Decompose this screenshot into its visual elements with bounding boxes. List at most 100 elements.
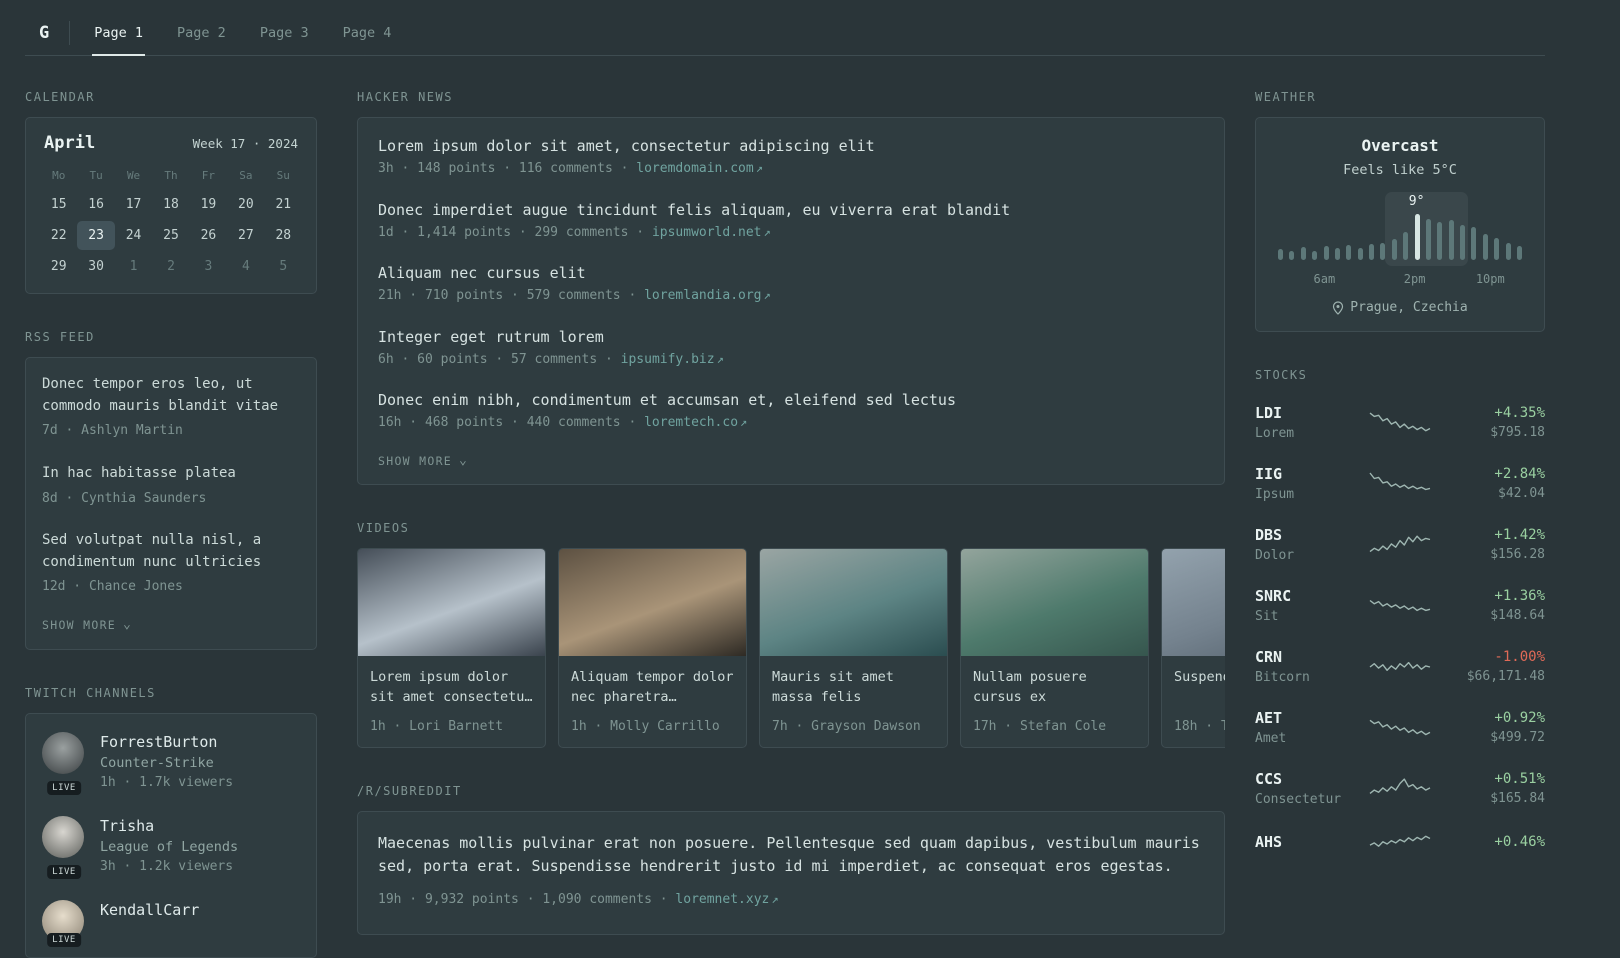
calendar-weekday: Mo [52,169,66,182]
calendar-weekday: Tu [89,169,103,182]
hn-title[interactable]: Lorem ipsum dolor sit amet, consectetur … [378,137,1204,155]
page-tab[interactable]: Page 4 [341,10,394,55]
post-title[interactable]: Maecenas mollis pulvinar erat non posuer… [378,832,1204,879]
weather-widget: WEATHER Overcast Feels like 5°C 9° 6am 2… [1255,90,1545,332]
calendar-weekday-row: Mo Tu We Th Fr Sa Su [40,165,302,190]
page-tab[interactable]: Page 3 [258,10,311,55]
stocks-list: LDI Lorem +4.35% $795.18 IIG Ipsum +2.84… [1255,392,1545,869]
stock-change: +0.92% [1494,710,1545,726]
calendar-day-grid: 15 16 17 18 19 20 21 22 23 24 25 26 27 2… [40,190,302,281]
stock-sparkline [1369,777,1431,794]
rss-item-title[interactable]: Donec tempor eros leo, ut commodo mauris… [42,374,300,417]
calendar-day: 1 [129,259,138,274]
hn-meta-text: 16h · 468 points · 440 comments · [378,415,645,430]
chevron-down-icon: ⌄ [459,453,469,468]
twitch-channel-row[interactable]: LIVE KendallCarr [26,887,316,955]
stock-price: $156.28 [1490,547,1545,562]
calendar-day: 23 [77,221,115,250]
location-pin-icon [1333,300,1344,315]
stock-symbol: SNRC [1255,587,1292,605]
weather-bar [1357,248,1363,260]
video-title: Nullam posuere cursus ex [973,668,1087,706]
stock-price: $795.18 [1490,425,1545,440]
hn-domain-link[interactable]: loremtech.co [644,415,738,430]
weather-bar [1482,234,1488,260]
hn-domain-link[interactable]: ipsumify.biz [621,352,715,367]
twitch-channel-row[interactable]: LIVE ForrestBurton Counter-Strike 1h · 1… [26,719,316,803]
weather-bar [1516,246,1522,260]
hn-title[interactable]: Integer eget rutrum lorem [378,328,1204,346]
hn-title[interactable]: Aliquam nec cursus elit [378,264,1204,282]
stock-info: IIG Ipsum [1255,465,1360,502]
stock-symbol: CRN [1255,648,1283,666]
video-thumbnail [1162,548,1225,656]
show-more-label: SHOW MORE [42,617,117,632]
channel-info: Trisha League of Legends 3h · 1.2k viewe… [100,816,238,874]
hn-meta: 3h · 148 points · 116 comments · loremdo… [378,159,1204,179]
calendar-weekday: Fr [201,169,216,182]
video-card-body: Suspendisse diam 18h · Tara [1162,656,1225,747]
calendar-day: 29 [50,259,67,274]
stock-info: SNRC Sit [1255,587,1360,624]
weather-bar [1437,222,1443,260]
calendar-day: 21 [275,197,292,212]
app-logo[interactable]: G [25,23,69,43]
calendar-weekday: Su [276,169,290,182]
rss-show-more-button[interactable]: SHOW MORE ⌄ [26,608,148,647]
hackernews-widget: HACKER NEWS Lorem ipsum dolor sit amet, … [357,90,1225,485]
hn-item: Lorem ipsum dolor sit amet, consectetur … [358,125,1224,189]
stock-price: $148.64 [1490,608,1545,623]
calendar-day: 19 [200,197,217,212]
rss-item-title[interactable]: Sed volutpat nulla nisl, a condimentum n… [42,530,300,573]
twitch-widget: TWITCH CHANNELS LIVE ForrestBurton Count… [25,686,317,958]
video-title: Suspendisse diam [1174,668,1225,685]
channel-name[interactable]: ForrestBurton [100,733,233,751]
calendar-day: 16 [88,197,104,212]
page-tab[interactable]: Page 2 [175,10,228,55]
weather-time-label: 6am [1313,272,1336,286]
videos-strip: Lorem ipsum dolor sit amet consectetu… 1… [357,547,1225,748]
rss-item-title[interactable]: In hac habitasse platea [42,463,300,485]
video-card[interactable]: Lorem ipsum dolor sit amet consectetu… 1… [357,547,546,748]
hn-title[interactable]: Donec imperdiet augue tincidunt felis al… [378,201,1204,219]
subreddit-card: Maecenas mollis pulvinar erat non posuer… [357,810,1225,935]
hn-domain-link[interactable]: loremdomain.com [636,161,753,176]
video-thumbnail [559,548,746,656]
nav-divider [69,20,71,45]
stock-symbol: AET [1255,709,1283,727]
stock-values: +0.92% $499.72 [1440,710,1545,745]
stock-price: $66,171.48 [1466,669,1545,684]
page-tab[interactable]: Page 1 [92,10,145,56]
weather-bar [1300,247,1306,260]
hn-item: Integer eget rutrum lorem 6h · 60 points… [358,316,1224,380]
stock-info: CCS Consectetur [1255,770,1360,807]
video-card[interactable]: Mauris sit amet massa felis 7h · Grayson… [759,547,948,748]
stock-sparkline [1369,835,1431,847]
external-link-icon: ↗ [740,415,748,429]
weather-card: Overcast Feels like 5°C 9° 6am 2pm 10pm … [1255,117,1545,332]
videos-widget: VIDEOS Lorem ipsum dolor sit amet consec… [357,521,1225,748]
hn-domain-link[interactable]: ipsumworld.net [652,225,762,240]
video-card[interactable]: Aliquam tempor dolor nec pharetra… 1h · … [558,547,747,748]
hackernews-list: Lorem ipsum dolor sit amet, consectetur … [358,125,1224,443]
weather-location: Prague, Czechia [1272,300,1528,315]
hackernews-show-more-button[interactable]: SHOW MORE ⌄ [358,443,488,484]
channel-name[interactable]: KendallCarr [100,901,199,919]
hn-meta: 16h · 468 points · 440 comments · loremt… [378,413,1204,433]
twitch-channel-row[interactable]: LIVE Trisha League of Legends 3h · 1.2k … [26,803,316,887]
chevron-down-icon: ⌄ [123,617,133,633]
weather-bar [1369,244,1374,260]
channel-name[interactable]: Trisha [100,817,238,835]
stock-symbol: DBS [1255,526,1283,544]
channel-avatar: LIVE [42,899,86,947]
show-more-label: SHOW MORE [378,453,453,468]
weather-time-label: 2pm [1403,272,1426,286]
calendar-day: 27 [238,228,254,243]
stock-row: AHS +0.46% [1255,819,1545,869]
hn-domain-link[interactable]: loremlandia.org [644,288,761,303]
hn-title[interactable]: Donec enim nibh, condimentum et accumsan… [378,391,1204,409]
stock-row: LDI Lorem +4.35% $795.18 [1255,392,1545,453]
video-card[interactable]: Suspendisse diam 18h · Tara [1161,547,1225,748]
video-card[interactable]: Nullam posuere cursus ex 17h · Stefan Co… [960,547,1149,748]
rss-item: In hac habitasse platea 8d · Cynthia Sau… [26,452,316,519]
